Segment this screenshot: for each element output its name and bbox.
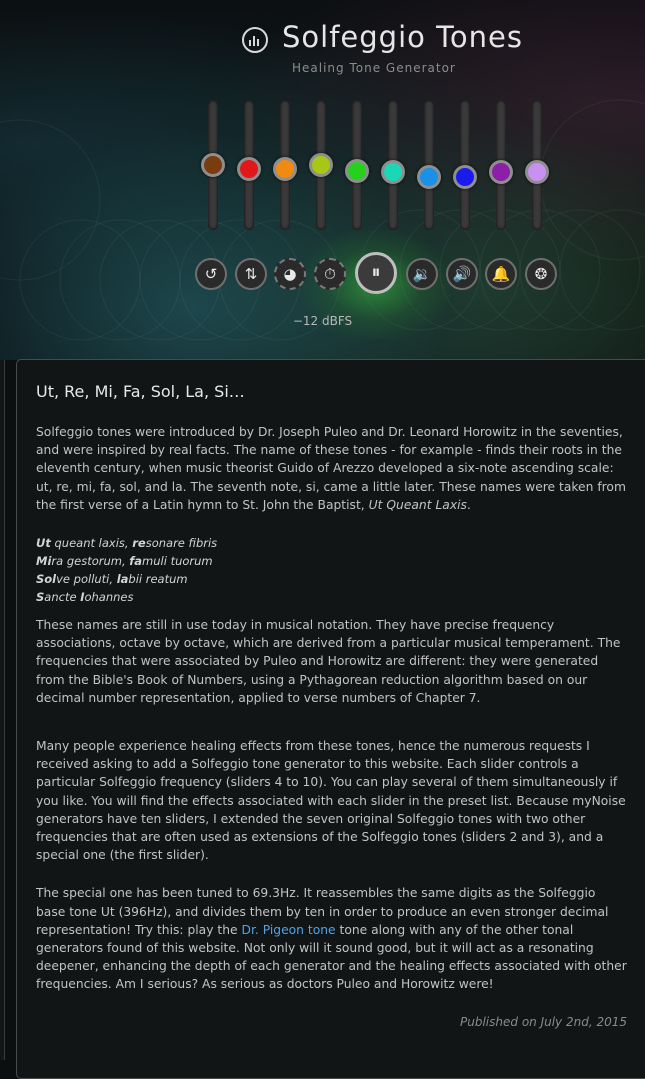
slider-knob-9[interactable] xyxy=(489,160,513,185)
slider-knob-5[interactable] xyxy=(345,159,369,184)
slider-bank xyxy=(0,100,645,232)
slider-knob-8[interactable] xyxy=(453,164,477,189)
level-readout: −12 dBFS xyxy=(292,314,353,328)
side-panel-edge xyxy=(0,360,5,1060)
article: Ut, Re, Mi, Fa, Sol, La, Si… Solfeggio t… xyxy=(36,382,628,994)
hymn-verse: Ut queant laxis, resonare fibris Mira ge… xyxy=(36,534,628,606)
hymn-line: Solve polluti, labii reatum xyxy=(36,572,188,587)
volume-down-icon: 🔉 xyxy=(412,265,432,283)
slider-knob-2[interactable] xyxy=(237,157,261,182)
volume-down-button[interactable]: 🔉 xyxy=(406,258,438,290)
pause-icon: ⏸ xyxy=(371,262,381,283)
timer-icon: ⏱ xyxy=(324,265,336,283)
slider-knob-7[interactable] xyxy=(417,164,441,189)
slider-knob-10[interactable] xyxy=(525,160,549,185)
paragraph-intro: Solfeggio tones were introduced by Dr. J… xyxy=(36,423,628,514)
slider-knob-1[interactable] xyxy=(201,153,225,178)
volume-up-button[interactable]: 🔊 xyxy=(446,258,478,290)
dr-pigeon-tone-link[interactable]: Dr. Pigeon tone xyxy=(242,923,336,937)
publish-date: Published on July 2nd, 2015 xyxy=(460,1015,627,1029)
slider-knob-6[interactable] xyxy=(381,160,405,185)
hymn-line: Mira gestorum, famuli tuorum xyxy=(36,554,213,569)
paragraph-intro-text: Solfeggio tones were introduced by Dr. J… xyxy=(36,425,626,512)
slider-knob-4[interactable] xyxy=(309,153,333,178)
timer-button[interactable]: ⏱ xyxy=(314,258,346,290)
paragraph-intro-end: . xyxy=(466,497,471,512)
paragraph-sliders: Many people experience healing effects f… xyxy=(36,739,626,863)
alarm-bell-button[interactable]: 🔔 xyxy=(485,258,517,290)
shuffle-sliders-icon: ⇅ xyxy=(244,265,258,283)
reset-button[interactable]: ↺ xyxy=(195,258,227,290)
app-subtitle: Healing Tone Generator xyxy=(292,61,456,75)
article-heading: Ut, Re, Mi, Fa, Sol, La, Si… xyxy=(36,382,245,401)
pause-button[interactable]: ⏸ xyxy=(355,252,397,294)
control-bar: ↺ ⇅ ◕ ⏱ ⏸ 🔉 🔊 🔔 ❂ xyxy=(0,252,645,296)
app-title: Solfeggio Tones xyxy=(282,20,523,54)
alarm-bell-icon: 🔔 xyxy=(491,265,511,283)
animate-button[interactable]: ◕ xyxy=(274,258,306,290)
equalizer-icon xyxy=(242,27,268,53)
paragraph-frequencies: These names are still in use today in mu… xyxy=(36,618,621,705)
hymn-line: Sancte Iohannes xyxy=(36,590,134,605)
animate-icon: ◕ xyxy=(283,265,297,283)
brain-icon: ❂ xyxy=(534,265,548,283)
paragraph-special-tone: The special one has been tuned to 69.3Hz… xyxy=(36,884,628,993)
brain-button[interactable]: ❂ xyxy=(525,258,557,290)
slider-knob-3[interactable] xyxy=(273,157,297,182)
reset-icon: ↺ xyxy=(204,265,218,283)
shuffle-sliders-button[interactable]: ⇅ xyxy=(235,258,267,290)
volume-up-icon: 🔊 xyxy=(452,265,472,283)
header: Solfeggio Tones Healing Tone Generator xyxy=(0,18,645,88)
hymn-line: Ut queant laxis, resonare fibris xyxy=(36,536,218,551)
hymn-title: Ut Queant Laxis xyxy=(368,497,467,512)
